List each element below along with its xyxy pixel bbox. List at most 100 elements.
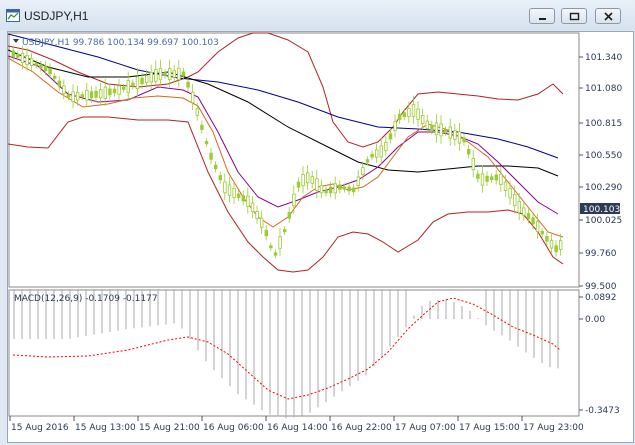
- candle: [536, 221, 540, 232]
- candle: [554, 245, 558, 253]
- candle: [236, 193, 241, 198]
- candle: [94, 90, 98, 98]
- time-tick-label: 16 Aug 14:00: [267, 423, 328, 433]
- candle: [99, 89, 103, 99]
- candle: [103, 86, 107, 99]
- candle: [549, 240, 554, 249]
- candle: [287, 212, 291, 219]
- candle: [232, 187, 236, 198]
- window-titlebar[interactable]: USDJPY,H1: [0, 0, 635, 30]
- candle: [53, 75, 57, 79]
- price-axis: 101.340 101.080 100.815 100.550 100.290 100.0…: [579, 53, 622, 292]
- candle: [167, 67, 172, 81]
- macd-axis: 0.0892 0.00 -0.3473: [579, 293, 620, 416]
- candle: [282, 229, 287, 233]
- candle: [122, 86, 126, 90]
- candle: [361, 167, 365, 176]
- candle: [140, 77, 144, 85]
- price-chart-canvas[interactable]: 101.340 101.080 100.815 100.550 100.290 100.0…: [7, 32, 633, 442]
- candle: [135, 76, 140, 90]
- candle: [453, 130, 457, 140]
- candle: [370, 153, 374, 158]
- candle: [223, 181, 227, 194]
- candle: [20, 52, 25, 64]
- candle: [57, 80, 61, 87]
- candle: [158, 67, 163, 81]
- candle: [112, 88, 117, 94]
- candle: [89, 91, 94, 99]
- candle: [204, 141, 209, 145]
- candle: [163, 72, 167, 76]
- candle: [531, 217, 535, 225]
- candle: [190, 91, 195, 104]
- price-tick-label: 99.760: [585, 249, 617, 259]
- chart-frame[interactable]: 101.340 101.080 100.815 100.550 100.290 100.0…: [7, 31, 634, 443]
- candle: [384, 142, 388, 151]
- candle: [485, 175, 489, 182]
- candle: [213, 164, 218, 170]
- candle: [29, 58, 34, 66]
- candle: [209, 152, 213, 160]
- candle: [131, 82, 135, 87]
- candle: [43, 65, 48, 72]
- candle: [144, 75, 149, 83]
- candle: [218, 175, 222, 181]
- candle: [494, 174, 498, 181]
- candle: [324, 189, 328, 194]
- candle: [62, 85, 66, 94]
- candle: [200, 124, 204, 130]
- candle: [117, 85, 121, 95]
- candle: [292, 193, 296, 207]
- time-tick-label: 15 Aug 13:00: [75, 423, 136, 433]
- candle: [407, 108, 411, 117]
- candle: [430, 124, 434, 131]
- candle: [545, 236, 549, 242]
- candle: [310, 176, 314, 184]
- maximize-button[interactable]: [561, 8, 587, 24]
- price-tick-label: 100.025: [585, 216, 622, 226]
- price-tick-label: 100.290: [585, 183, 622, 193]
- svg-text:100.103: 100.103: [583, 205, 620, 215]
- candle: [241, 195, 245, 202]
- candle: [177, 67, 181, 81]
- close-icon: [604, 12, 613, 21]
- candle: [476, 173, 480, 179]
- candle: [393, 121, 397, 132]
- candle: [420, 115, 425, 125]
- candle: [181, 71, 186, 77]
- candle: [333, 183, 337, 194]
- candle: [559, 240, 563, 250]
- candle: [397, 113, 402, 120]
- candle: [25, 54, 29, 66]
- minimize-icon: [539, 18, 546, 20]
- candle: [16, 53, 20, 58]
- window-title: USDJPY,H1: [24, 9, 89, 23]
- main-plot-area[interactable]: [8, 32, 580, 288]
- candle: [255, 211, 259, 219]
- time-tick-label: 16 Aug 06:00: [203, 423, 264, 433]
- candle: [540, 230, 544, 235]
- candle: [108, 88, 112, 96]
- price-tick-label: 99.500: [585, 282, 617, 292]
- candle: [227, 184, 232, 196]
- candle: [80, 94, 84, 98]
- macd-legend: MACD(12,26,9) -0.1709 -0.1177: [14, 294, 158, 304]
- candle: [379, 145, 383, 158]
- candle: [296, 181, 301, 188]
- time-tick-label: 16 Aug 22:00: [331, 423, 392, 433]
- candle: [71, 91, 75, 102]
- candle: [466, 148, 471, 155]
- candle: [489, 176, 494, 180]
- candle: [365, 159, 370, 163]
- candle: [149, 71, 153, 83]
- minimize-button[interactable]: [529, 8, 555, 24]
- candle: [301, 174, 305, 187]
- candle: [448, 126, 452, 139]
- candle: [305, 172, 310, 184]
- candle: [457, 131, 462, 144]
- candle: [246, 195, 250, 207]
- candle: [526, 213, 531, 220]
- close-button[interactable]: [595, 8, 621, 24]
- chart-window-icon: [6, 9, 20, 22]
- price-tick-label: 100.815: [585, 119, 622, 129]
